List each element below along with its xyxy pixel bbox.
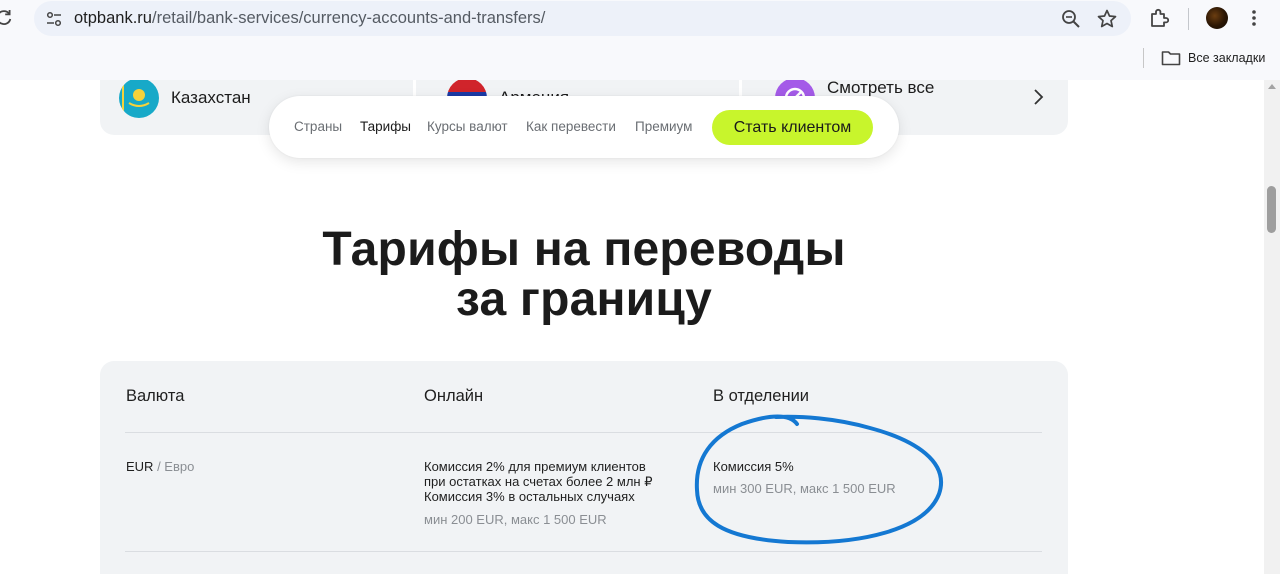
page-scrollbar[interactable] — [1264, 80, 1280, 574]
table-divider — [125, 432, 1042, 433]
page-title: Тарифы на переводы за границу — [284, 225, 884, 325]
column-header-branch: В отделении — [713, 387, 810, 405]
branch-limits: мин 300 EUR, макс 1 500 EUR — [713, 481, 896, 496]
page-title-line2: за границу — [456, 273, 712, 326]
currency-code: EUR — [126, 459, 154, 474]
online-line: Комиссия 2% для премиум клиентов — [424, 459, 646, 474]
online-line: при остатках на счетах более 2 млн ₽ — [424, 474, 653, 489]
country-label: Казахстан — [171, 88, 251, 107]
branch-commission: Комиссия 5% — [713, 459, 794, 474]
extensions-icon[interactable] — [1146, 6, 1172, 32]
more-menu-icon[interactable] — [1244, 7, 1264, 29]
table-divider — [125, 551, 1042, 552]
become-client-button[interactable]: Стать клиентом — [712, 110, 873, 145]
nav-exchange-rates[interactable]: Курсы валют — [427, 119, 508, 134]
toolbar-separator — [1188, 8, 1189, 30]
all-bookmarks-label[interactable]: Все закладки — [1188, 51, 1265, 65]
column-header-online: Онлайн — [424, 387, 484, 405]
profile-avatar[interactable] — [1206, 7, 1228, 29]
bookmarks-separator — [1143, 48, 1144, 68]
folder-icon[interactable] — [1160, 48, 1182, 68]
zoom-icon[interactable] — [1060, 8, 1082, 30]
currency-name: / Евро — [153, 459, 195, 474]
online-line: Комиссия 3% в остальных случаях — [424, 489, 635, 504]
sticky-nav: Страны Тарифы Курсы валют Как перевести … — [269, 96, 899, 158]
scroll-thumb[interactable] — [1267, 186, 1276, 233]
bookmark-star-icon[interactable] — [1095, 7, 1119, 31]
kazakhstan-flag-icon — [119, 80, 159, 118]
table-row-eur-online: Комиссия 2% для премиум клиентов при ост… — [424, 459, 694, 527]
reload-icon[interactable] — [0, 8, 14, 28]
site-settings-icon[interactable] — [44, 9, 64, 29]
url-host: otpbank.ru — [74, 9, 152, 27]
table-row-eur-branch: Комиссия 5% мин 300 EUR, макс 1 500 EUR — [713, 459, 973, 496]
page-title-line1: Тарифы на переводы — [322, 223, 846, 276]
tariff-table: Валюта Онлайн В отделении EUR / Евро Ком… — [100, 361, 1068, 574]
table-row-eur-currency: EUR / Евро — [126, 459, 194, 474]
chevron-right-icon[interactable] — [1030, 88, 1046, 106]
nav-tariffs[interactable]: Тарифы — [360, 119, 411, 134]
scroll-up-arrow-icon[interactable] — [1268, 84, 1276, 89]
url-text[interactable]: otpbank.ru/retail/bank-services/currency… — [74, 9, 545, 28]
nav-how-to-transfer[interactable]: Как перевести — [526, 119, 616, 134]
nav-countries[interactable]: Страны — [294, 119, 342, 134]
online-limits: мин 200 EUR, макс 1 500 EUR — [424, 512, 607, 527]
browser-toolbar: otpbank.ru/retail/bank-services/currency… — [0, 0, 1280, 80]
nav-premium[interactable]: Премиум — [635, 119, 692, 134]
url-path: /retail/bank-services/currency-accounts-… — [151, 9, 546, 27]
address-bar[interactable]: otpbank.ru/retail/bank-services/currency… — [34, 1, 1131, 36]
column-header-currency: Валюта — [126, 387, 185, 405]
